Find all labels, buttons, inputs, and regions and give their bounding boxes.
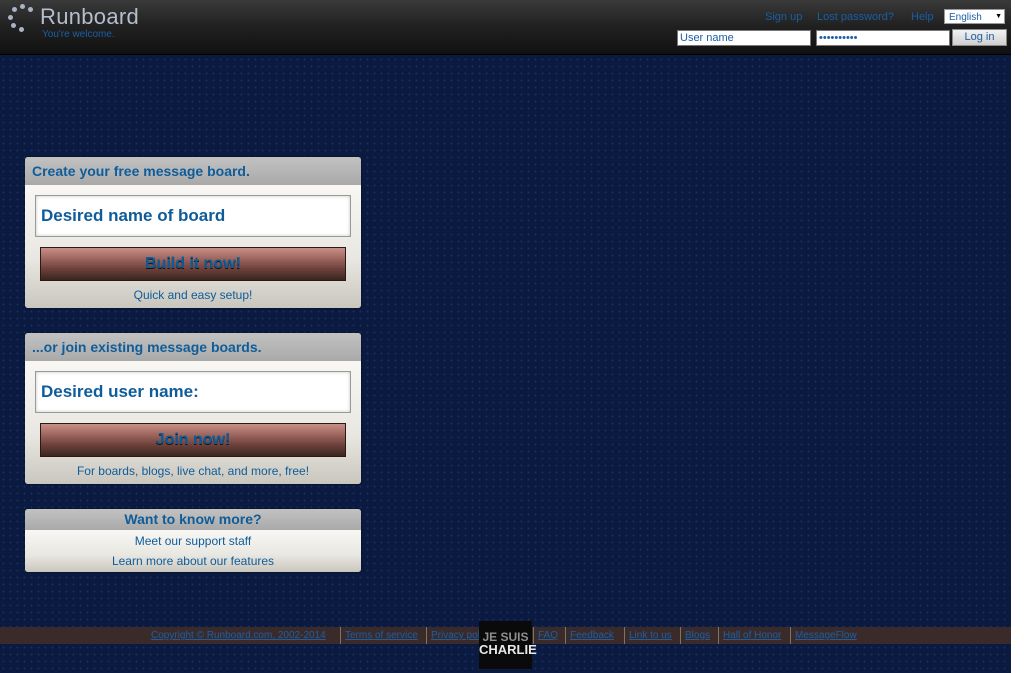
messageflow-link[interactable]: MessageFlow bbox=[795, 630, 857, 641]
link-to-us-link[interactable]: Link to us bbox=[629, 630, 672, 641]
scrollbar[interactable] bbox=[1011, 0, 1024, 673]
build-it-now-button[interactable]: Build it now! bbox=[40, 247, 346, 281]
top-header: Runboard You're welcome. Sign up Lost pa… bbox=[0, 0, 1011, 55]
blogs-link[interactable]: Blogs bbox=[685, 630, 710, 641]
faq-link[interactable]: FAQ bbox=[538, 630, 558, 641]
features-link[interactable]: Learn more about our features bbox=[25, 554, 361, 568]
support-staff-link[interactable]: Meet our support staff bbox=[25, 534, 361, 548]
footer-divider bbox=[680, 627, 681, 644]
terms-link[interactable]: Terms of service bbox=[345, 630, 418, 641]
footer-divider bbox=[426, 627, 427, 644]
copyright-link[interactable]: Copyright © Runboard.com, 2002-2014 bbox=[151, 630, 326, 641]
create-board-body: Desired name of board Build it now! Quic… bbox=[25, 185, 361, 308]
join-boards-body: Desired user name: Join now! For boards,… bbox=[25, 361, 361, 484]
username-input[interactable]: User name bbox=[677, 30, 811, 46]
signup-link[interactable]: Sign up bbox=[765, 11, 802, 23]
username-placeholder: User name bbox=[680, 32, 734, 44]
create-board-subtext: Quick and easy setup! bbox=[133, 288, 253, 302]
more-info-panel: Want to know more? Meet our support staf… bbox=[25, 509, 361, 572]
footer-divider bbox=[718, 627, 719, 644]
brand-name[interactable]: Runboard bbox=[40, 4, 139, 30]
help-link[interactable]: Help bbox=[911, 11, 934, 23]
more-info-title: Want to know more? bbox=[25, 509, 361, 530]
create-board-title: Create your free message board. bbox=[25, 157, 361, 185]
footer-divider bbox=[565, 627, 566, 644]
password-input[interactable]: •••••••••• bbox=[816, 30, 950, 46]
board-name-input[interactable]: Desired name of board bbox=[35, 195, 351, 237]
login-button[interactable]: Log in bbox=[952, 29, 1007, 46]
join-boards-subtext: For boards, blogs, live chat, and more, … bbox=[76, 464, 310, 478]
chevron-down-icon: ▼ bbox=[995, 13, 1002, 20]
password-value: •••••••••• bbox=[819, 32, 858, 44]
join-boards-title: ...or join existing message boards. bbox=[25, 333, 361, 361]
more-info-body: Meet our support staff Learn more about … bbox=[25, 530, 361, 572]
je-suis-charlie-badge[interactable]: JE SUIS CHARLIE bbox=[479, 621, 537, 669]
hall-of-honor-link[interactable]: Hall of Honor bbox=[723, 630, 781, 641]
join-boards-panel: ...or join existing message boards. Desi… bbox=[25, 333, 361, 484]
language-select[interactable]: English ▼ bbox=[944, 9, 1005, 24]
runboard-logo-icon[interactable] bbox=[7, 4, 37, 34]
user-name-input[interactable]: Desired user name: bbox=[35, 371, 351, 413]
lost-password-link[interactable]: Lost password? bbox=[817, 11, 894, 23]
badge-line-2: CHARLIE bbox=[479, 642, 537, 657]
language-value: English bbox=[949, 12, 982, 23]
join-now-button[interactable]: Join now! bbox=[40, 423, 346, 457]
footer-divider bbox=[340, 627, 341, 644]
feedback-link[interactable]: Feedback bbox=[570, 630, 614, 641]
footer-divider bbox=[624, 627, 625, 644]
footer-divider bbox=[790, 627, 791, 644]
create-board-panel: Create your free message board. Desired … bbox=[25, 157, 361, 308]
tagline: You're welcome. bbox=[42, 29, 115, 40]
